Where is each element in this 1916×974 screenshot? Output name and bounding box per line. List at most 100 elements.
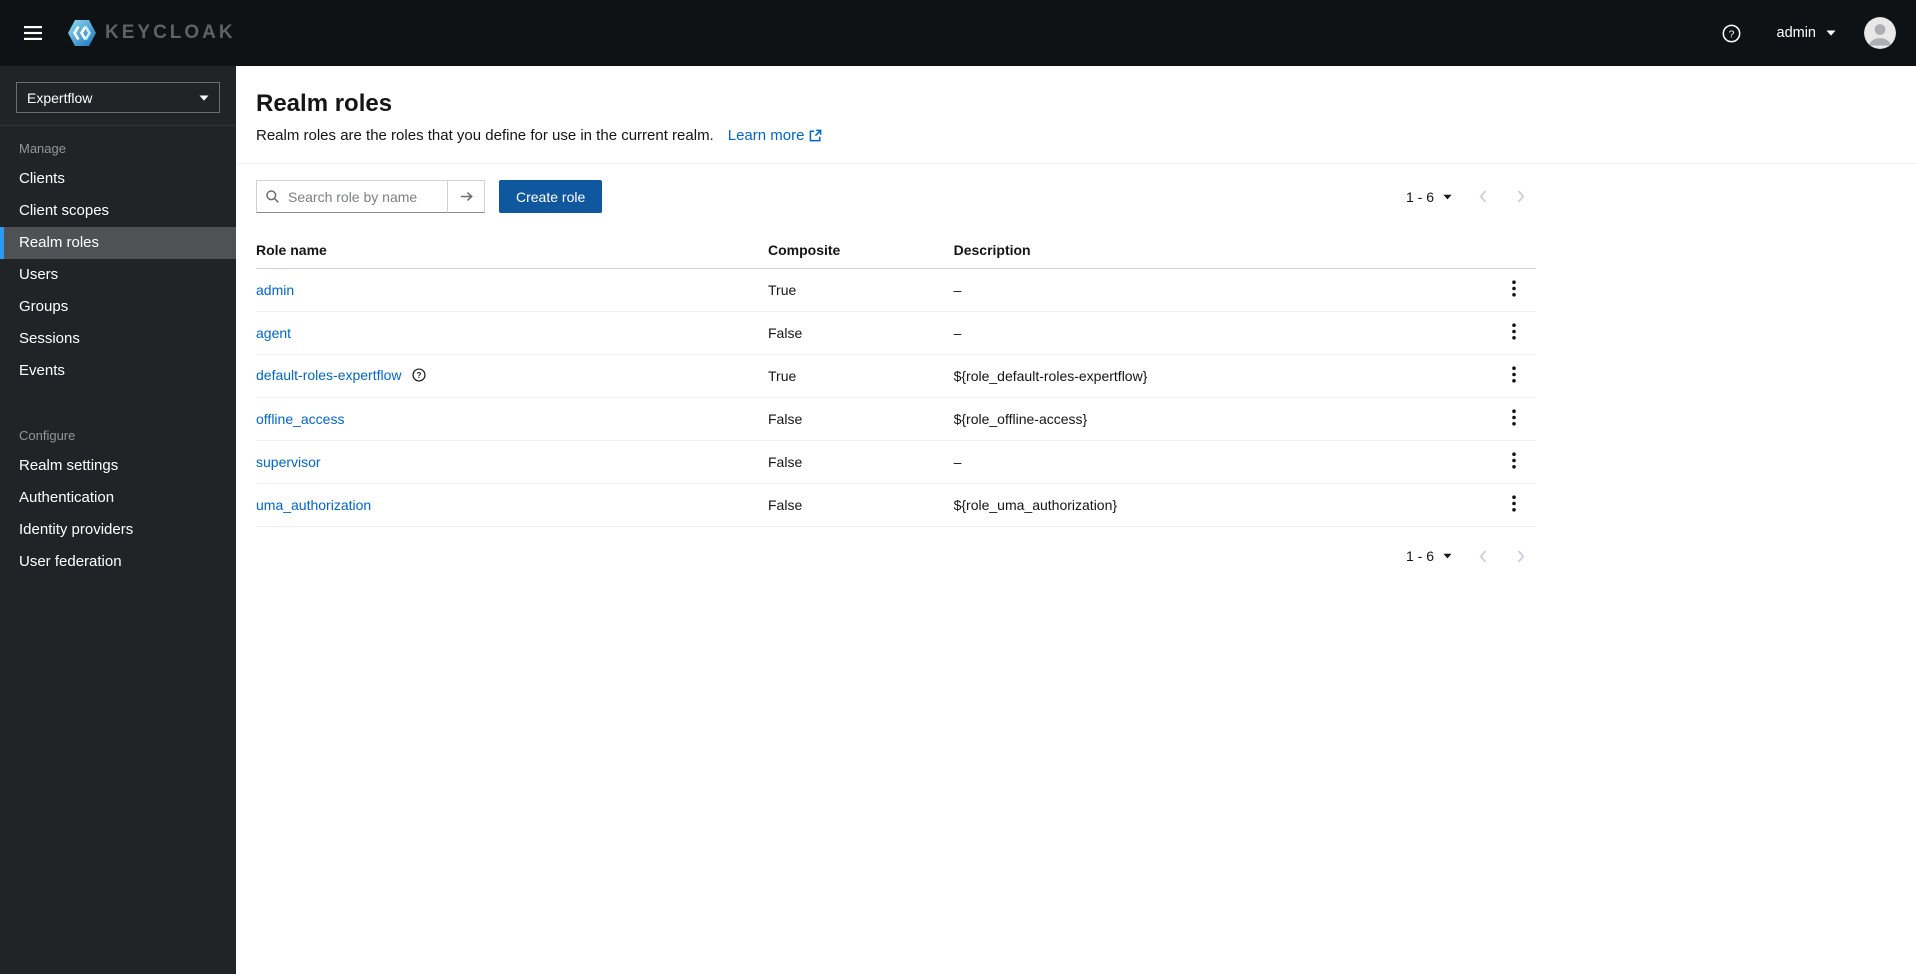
nav-section-manage: Manage Clients Client scopes Realm roles… xyxy=(0,128,236,387)
sidebar-item-realm-settings[interactable]: Realm settings xyxy=(0,450,236,482)
realm-selector[interactable]: Expertflow xyxy=(16,82,220,113)
nav-section-configure: Configure Realm settings Authentication … xyxy=(0,415,236,578)
pagination-range-menu-button[interactable]: 1 - 6 xyxy=(1398,542,1460,570)
nav-toggle-button[interactable] xyxy=(16,18,50,48)
kebab-icon xyxy=(1512,495,1516,512)
caret-down-icon xyxy=(1443,194,1452,199)
sidebar-item-realm-roles[interactable]: Realm roles xyxy=(0,227,236,259)
sidebar-nav: Manage Clients Client scopes Realm roles… xyxy=(0,125,236,578)
avatar-icon xyxy=(1864,17,1896,49)
avatar[interactable] xyxy=(1864,17,1896,49)
nav-list: Clients Client scopes Realm roles Users … xyxy=(0,163,236,387)
keycloak-admin-console: KEYCLOAK ? admin Expertflow Manage Clien… xyxy=(0,0,1916,974)
brand-wordmark: KEYCLOAK xyxy=(105,22,236,43)
column-header-composite: Composite xyxy=(768,233,954,269)
pagination-range-menu-button[interactable]: 1 - 6 xyxy=(1398,183,1460,211)
role-link[interactable]: supervisor xyxy=(256,454,321,470)
next-page-button[interactable] xyxy=(1506,182,1536,212)
column-header-actions xyxy=(1490,233,1536,269)
role-link[interactable]: default-roles-expertflow xyxy=(256,367,402,383)
topbar: KEYCLOAK ? admin xyxy=(0,0,1916,66)
topbar-actions: ? admin xyxy=(1714,16,1896,51)
table-row: agent False – xyxy=(256,311,1536,355)
kebab-icon xyxy=(1512,452,1516,469)
kebab-menu-button[interactable] xyxy=(1502,406,1526,432)
kebab-menu-button[interactable] xyxy=(1502,320,1526,346)
sidebar-item-clients[interactable]: Clients xyxy=(0,163,236,195)
table-row: uma_authorization False ${role_uma_autho… xyxy=(256,483,1536,527)
composite-cell: False xyxy=(768,440,954,484)
table-row: admin True – xyxy=(256,268,1536,312)
help-button[interactable]: ? xyxy=(1714,16,1749,51)
search-input[interactable] xyxy=(256,180,447,213)
username: admin xyxy=(1776,25,1817,41)
kebab-menu-button[interactable] xyxy=(1502,492,1526,518)
search-group xyxy=(256,180,485,213)
composite-cell: True xyxy=(768,354,954,398)
pagination-top: 1 - 6 xyxy=(1398,182,1536,212)
create-role-button[interactable]: Create role xyxy=(499,180,603,213)
caret-down-icon xyxy=(1826,30,1836,36)
arrow-right-icon xyxy=(460,192,473,201)
nav-section-label: Manage xyxy=(19,141,66,156)
hamburger-icon xyxy=(24,26,42,40)
learn-more-link[interactable]: Learn more xyxy=(728,127,823,144)
sidebar-item-users[interactable]: Users xyxy=(0,259,236,291)
prev-page-button[interactable] xyxy=(1468,182,1498,212)
chevron-right-icon xyxy=(1517,190,1525,203)
table-row: supervisor False – xyxy=(256,440,1536,484)
sidebar-item-events[interactable]: Events xyxy=(0,355,236,387)
table-row: default-roles-expertflow ? True ${role_d… xyxy=(256,354,1536,398)
help-icon[interactable]: ? xyxy=(412,368,426,385)
sidebar-item-groups[interactable]: Groups xyxy=(0,291,236,323)
composite-cell: False xyxy=(768,483,954,527)
kebab-icon xyxy=(1512,366,1516,383)
kebab-menu-button[interactable] xyxy=(1502,449,1526,475)
table-header-row: Role name Composite Description xyxy=(256,233,1536,269)
sidebar: Expertflow Manage Clients Client scopes … xyxy=(0,66,236,974)
description-cell: ${role_default-roles-expertflow} xyxy=(953,354,1490,398)
description-cell: ${role_offline-access} xyxy=(953,397,1490,441)
sidebar-item-user-federation[interactable]: User federation xyxy=(0,546,236,578)
role-link[interactable]: offline_access xyxy=(256,411,344,427)
sidebar-item-authentication[interactable]: Authentication xyxy=(0,482,236,514)
next-page-button[interactable] xyxy=(1506,541,1536,571)
keycloak-logo-icon xyxy=(68,20,96,46)
svg-text:?: ? xyxy=(417,371,422,380)
kebab-menu-button[interactable] xyxy=(1502,363,1526,389)
page-description-row: Realm roles are the roles that you defin… xyxy=(256,127,1892,144)
nav-section-label: Configure xyxy=(19,428,76,443)
description-cell: – xyxy=(953,311,1490,355)
sidebar-item-sessions[interactable]: Sessions xyxy=(0,323,236,355)
help-icon: ? xyxy=(1722,24,1740,42)
table-row: offline_access False ${role_offline-acce… xyxy=(256,397,1536,441)
role-link[interactable]: admin xyxy=(256,282,294,298)
nav-list: Realm settings Authentication Identity p… xyxy=(0,450,236,578)
page-header: Realm roles Realm roles are the roles th… xyxy=(236,66,1916,164)
page-title: Realm roles xyxy=(256,90,393,117)
role-link[interactable]: agent xyxy=(256,325,291,341)
pagination-bottom: 1 - 6 xyxy=(256,527,1536,571)
sidebar-item-identity-providers[interactable]: Identity providers xyxy=(0,514,236,546)
realm-roles-table: Role name Composite Description admin Tr… xyxy=(256,233,1536,527)
current-realm-label: Expertflow xyxy=(27,89,93,106)
keycloak-logo[interactable]: KEYCLOAK xyxy=(66,17,236,49)
kebab-icon xyxy=(1512,323,1516,340)
kebab-icon xyxy=(1512,280,1516,297)
caret-down-icon xyxy=(1443,553,1452,559)
content-section: Create role 1 - 6 xyxy=(236,164,1536,571)
user-menu-button[interactable]: admin xyxy=(1769,19,1845,47)
kebab-menu-button[interactable] xyxy=(1502,277,1526,303)
search-submit-button[interactable] xyxy=(447,180,485,213)
toolbar: Create role 1 - 6 xyxy=(256,180,1536,213)
composite-cell: False xyxy=(768,311,954,355)
prev-page-button[interactable] xyxy=(1468,541,1498,571)
column-header-description: Description xyxy=(953,233,1490,269)
chevron-right-icon xyxy=(1517,549,1525,563)
chevron-left-icon xyxy=(1479,190,1487,203)
main-content: Realm roles Realm roles are the roles th… xyxy=(236,66,1916,974)
svg-text:?: ? xyxy=(1728,29,1734,40)
sidebar-item-client-scopes[interactable]: Client scopes xyxy=(0,195,236,227)
composite-cell: True xyxy=(768,268,954,312)
role-link[interactable]: uma_authorization xyxy=(256,497,371,513)
